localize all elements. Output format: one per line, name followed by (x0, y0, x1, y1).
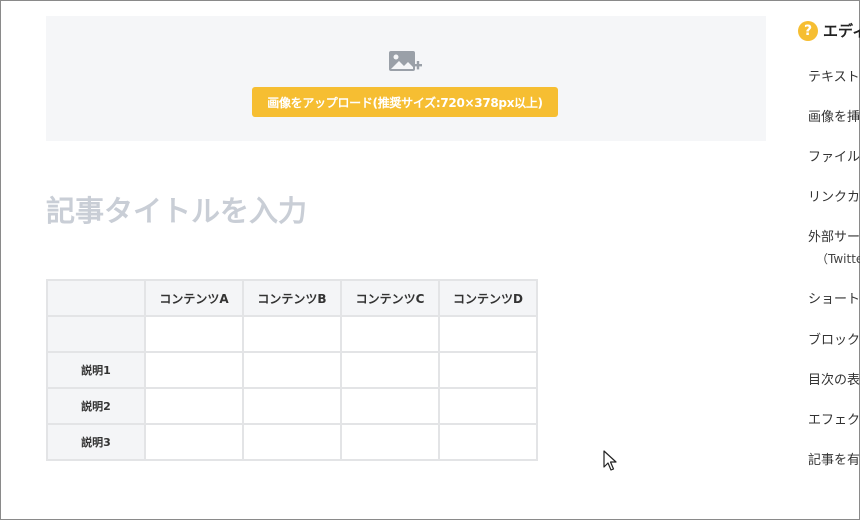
table-cell[interactable] (144, 351, 244, 389)
table-cell[interactable] (438, 387, 538, 425)
table-row-label[interactable]: 説明3 (46, 423, 146, 461)
table-cell[interactable] (340, 315, 440, 353)
table-cell[interactable] (438, 315, 538, 353)
table-row (46, 315, 538, 353)
sidebar-title: ? エディタ (798, 20, 860, 41)
table-row: 説明2 (46, 387, 538, 425)
table-header-corner[interactable] (46, 279, 146, 317)
table-cell[interactable] (242, 351, 342, 389)
upload-image-button[interactable]: 画像をアップロード(推奨サイズ:720×378px以上) (252, 87, 558, 117)
table-cell[interactable] (340, 423, 440, 461)
comparison-table: コンテンツA コンテンツB コンテンツC コンテンツD 説明1 説明2 説明3 (46, 279, 538, 461)
sidebar-item-toc[interactable]: 目次の表 (808, 369, 860, 388)
sidebar-item-external-service[interactable]: 外部サー (808, 226, 860, 245)
image-upload-area[interactable]: 画像をアップロード(推奨サイズ:720×378px以上) (46, 16, 766, 141)
sidebar-title-text: エディタ (823, 22, 860, 40)
table-row: 説明1 (46, 351, 538, 389)
table-cell[interactable] (340, 387, 440, 425)
table-cell[interactable] (242, 387, 342, 425)
table-cell[interactable] (242, 423, 342, 461)
sidebar-item-image[interactable]: 画像を挿 (808, 106, 860, 125)
table-cell[interactable] (340, 351, 440, 389)
mouse-cursor-icon (603, 450, 617, 471)
sidebar-item-link-card[interactable]: リンクカ (808, 186, 860, 205)
sidebar-item-external-service-subtext: （Twitte (816, 252, 860, 266)
sidebar-item-file[interactable]: ファイル (808, 146, 860, 165)
sidebar-item-shortcut[interactable]: ショート (808, 288, 860, 307)
table-cell[interactable] (438, 351, 538, 389)
help-icon: ? (798, 20, 818, 41)
table-header-row: コンテンツA コンテンツB コンテンツC コンテンツD (46, 279, 538, 317)
sidebar-item-block[interactable]: ブロック (808, 329, 860, 348)
table-header-cell[interactable]: コンテンツA (144, 279, 244, 317)
table-row-label[interactable] (46, 315, 146, 353)
table-header-cell[interactable]: コンテンツD (438, 279, 538, 317)
image-add-icon (389, 51, 422, 71)
table-row-label[interactable]: 説明2 (46, 387, 146, 425)
sidebar-item-text[interactable]: テキスト (808, 66, 860, 85)
article-title-input[interactable] (46, 186, 646, 236)
table-header-cell[interactable]: コンテンツB (242, 279, 342, 317)
table-cell[interactable] (438, 423, 538, 461)
table-cell[interactable] (144, 315, 244, 353)
table-row: 説明3 (46, 423, 538, 461)
table-row-label[interactable]: 説明1 (46, 351, 146, 389)
table-header-cell[interactable]: コンテンツC (340, 279, 440, 317)
editor-help-sidebar: ? エディタ テキスト 画像を挿 ファイル リンクカ 外部サー （Twitte … (798, 18, 860, 518)
table-cell[interactable] (144, 423, 244, 461)
table-cell[interactable] (144, 387, 244, 425)
sidebar-item-effect[interactable]: エフェク (808, 409, 860, 428)
sidebar-item-paid-article[interactable]: 記事を有 (808, 449, 860, 468)
table-cell[interactable] (242, 315, 342, 353)
